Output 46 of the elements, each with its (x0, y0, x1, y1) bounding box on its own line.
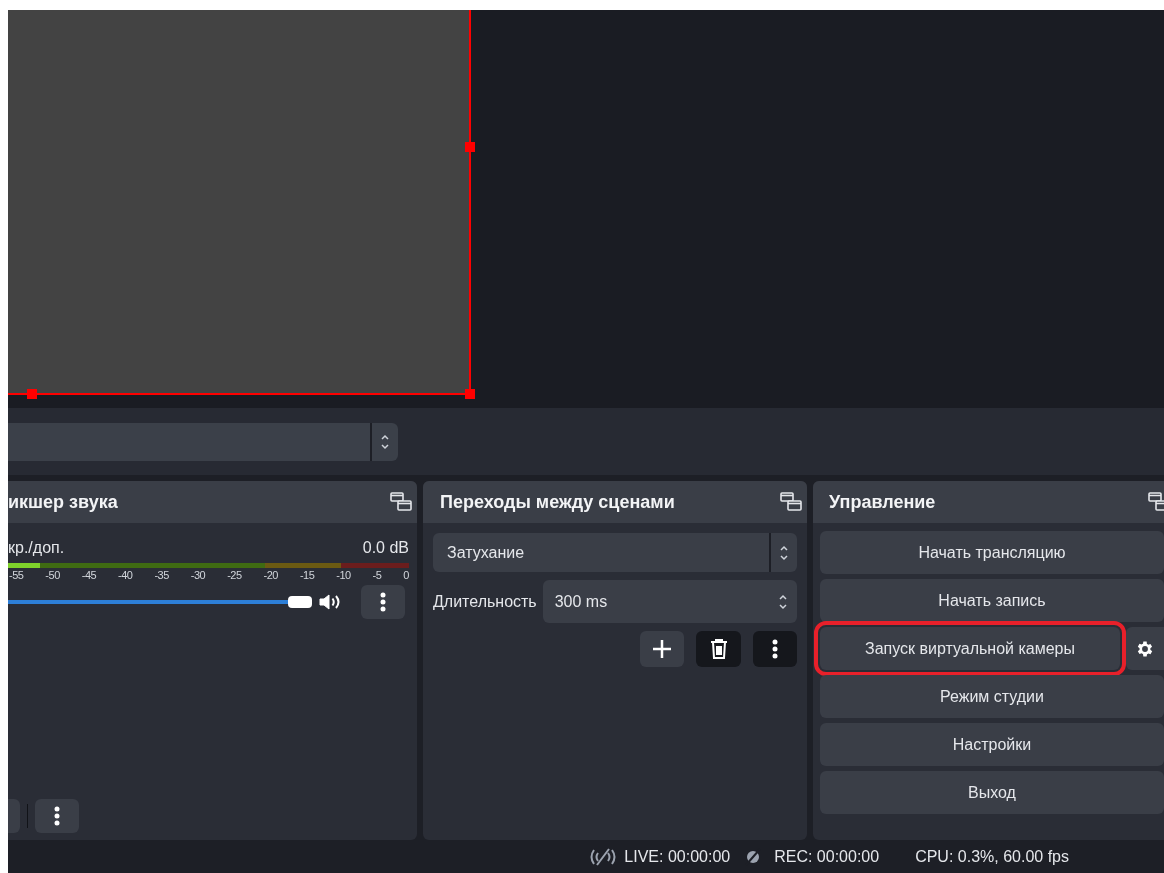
slider-thumb[interactable] (288, 596, 312, 608)
meter-tick-label: -15 (299, 568, 315, 582)
meter-tick-label: -50 (45, 568, 60, 582)
transition-select[interactable]: Затухание (433, 533, 797, 572)
meter-tick-label: -25 (227, 568, 242, 582)
meter-tick-label: 0 (403, 568, 409, 582)
meter-tick-label: -40 (118, 568, 133, 582)
more-icon (772, 639, 778, 659)
more-button[interactable] (35, 799, 79, 833)
undock-icon[interactable] (780, 492, 802, 512)
control-button[interactable]: Режим студии (820, 675, 1164, 718)
meter-tick-label: -5 (372, 568, 382, 582)
resize-handle[interactable] (27, 389, 37, 399)
delete-button[interactable] (696, 631, 741, 667)
more-icon (380, 592, 386, 612)
duration-field[interactable]: 300 ms (542, 580, 797, 623)
plus-icon (652, 639, 672, 659)
meter-tick-label: -10 (336, 568, 351, 582)
speaker-icon[interactable] (318, 593, 342, 611)
control-button[interactable]: Настройки (820, 723, 1164, 766)
dock-title: Управление (829, 490, 936, 514)
trash-icon (708, 638, 729, 660)
resize-handle[interactable] (465, 389, 475, 399)
more-icon (54, 806, 60, 826)
settings-button[interactable] (1126, 627, 1164, 670)
more-button[interactable] (753, 631, 797, 667)
resize-handle[interactable] (465, 142, 475, 152)
control-button[interactable]: Начать трансляцию (820, 531, 1164, 574)
rec-timer: REC: 00:00:00 (774, 846, 880, 867)
dock-title: Переходы между сценами (440, 490, 675, 514)
more-button[interactable] (361, 585, 405, 619)
volume-reading: 0.0 dB (362, 538, 409, 558)
meter-tick-label: -55 (9, 568, 24, 582)
undock-icon[interactable] (390, 492, 412, 512)
control-button[interactable]: Выход (820, 771, 1164, 814)
cpu-stats: CPU: 0.3%, 60.00 fps (915, 846, 1069, 867)
meter-tick-label: -30 (190, 568, 206, 582)
undock-icon[interactable] (1148, 492, 1164, 512)
channel-name: кр./доп. (8, 538, 65, 558)
meter-tick-label: -20 (263, 568, 278, 582)
control-button[interactable]: Начать запись (820, 579, 1164, 622)
duration-label: Длительность (433, 591, 537, 612)
dock-title: икшер звука (8, 490, 118, 514)
meter-tick-label: -45 (81, 568, 97, 582)
meter-tick-label: -35 (154, 568, 169, 582)
live-timer: LIVE: 00:00:00 (624, 846, 731, 867)
